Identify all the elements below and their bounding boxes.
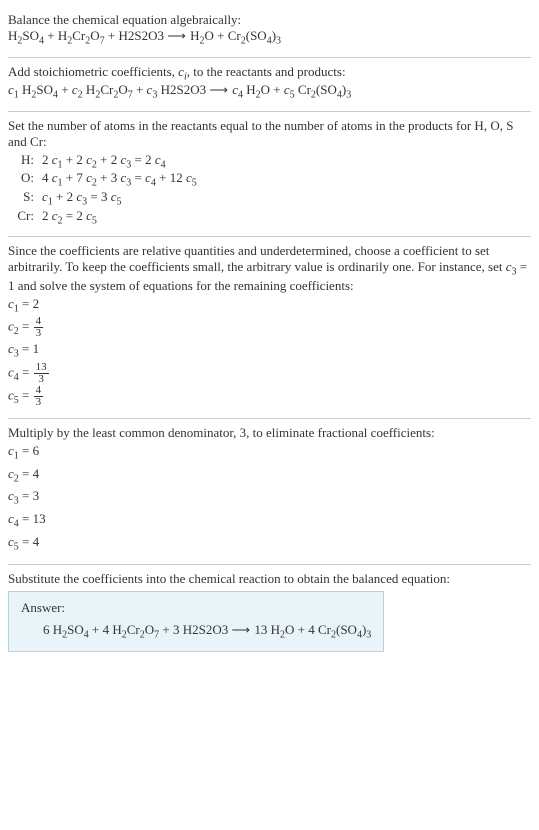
intro-text: Balance the chemical equation algebraica… <box>8 12 531 28</box>
c3-line: c3 = 1 <box>8 339 531 362</box>
section-add-coefficients: Add stoichiometric coefficients, ci, to … <box>8 58 531 111</box>
txt-b: , to the reactants and products: <box>187 64 346 79</box>
table-row: O: 4 c1 + 7 c2 + 3 c3 = c4 + 12 c5 <box>8 170 201 189</box>
section-multiply: Multiply by the least common denominator… <box>8 419 531 564</box>
c4-int: c4 = 13 <box>8 509 531 532</box>
txt-a: Add stoichiometric coefficients, <box>8 64 178 79</box>
c2-int: c2 = 4 <box>8 464 531 487</box>
section-answer: Substitute the coefficients into the che… <box>8 565 531 662</box>
answer-header: Answer: <box>21 600 371 616</box>
atoms-text: Set the number of atoms in the reactants… <box>8 118 531 150</box>
section-atom-equations: Set the number of atoms in the reactants… <box>8 112 531 236</box>
atom-label: S: <box>8 189 38 208</box>
add-coeff-text: Add stoichiometric coefficients, ci, to … <box>8 64 531 83</box>
substitute-text: Substitute the coefficients into the che… <box>8 571 531 587</box>
atom-label: Cr: <box>8 208 38 227</box>
section-balance-intro: Balance the chemical equation algebraica… <box>8 6 531 57</box>
c2-line: c2 = 43 <box>8 316 531 339</box>
coeff-equation: c1 H2SO4 + c2 H2Cr2O7 + c3 H2S2O3 ⟶ c4 H… <box>8 82 531 101</box>
answer-box: Answer: 6 H2SO4 + 4 H2Cr2O7 + 3 H2S2O3 ⟶… <box>8 591 384 652</box>
c1-int: c1 = 6 <box>8 441 531 464</box>
c3-int: c3 = 3 <box>8 486 531 509</box>
c4-line: c4 = 133 <box>8 362 531 385</box>
atom-label: H: <box>8 152 38 171</box>
balanced-equation: 6 H2SO4 + 4 H2Cr2O7 + 3 H2S2O3 ⟶ 13 H2O … <box>21 622 371 641</box>
atom-eq: 2 c1 + 2 c2 + 2 c3 = 2 c4 <box>38 152 201 171</box>
c5-int: c5 = 4 <box>8 532 531 555</box>
atoms-table: H: 2 c1 + 2 c2 + 2 c3 = 2 c4 O: 4 c1 + 7… <box>8 152 201 226</box>
atom-eq: 2 c2 = 2 c5 <box>38 208 201 227</box>
table-row: Cr: 2 c2 = 2 c5 <box>8 208 201 227</box>
unbalanced-equation: H2SO4 + H2Cr2O7 + H2S2O3 ⟶ H2O + Cr2(SO4… <box>8 28 531 47</box>
table-row: S: c1 + 2 c3 = 3 c5 <box>8 189 201 208</box>
atom-eq: c1 + 2 c3 = 3 c5 <box>38 189 201 208</box>
c1-line: c1 = 2 <box>8 294 531 317</box>
atom-label: O: <box>8 170 38 189</box>
c5-line: c5 = 43 <box>8 385 531 408</box>
multiply-text: Multiply by the least common denominator… <box>8 425 531 441</box>
atom-eq: 4 c1 + 7 c2 + 3 c3 = c4 + 12 c5 <box>38 170 201 189</box>
table-row: H: 2 c1 + 2 c2 + 2 c3 = 2 c4 <box>8 152 201 171</box>
solve-text: Since the coefficients are relative quan… <box>8 243 531 294</box>
section-solve: Since the coefficients are relative quan… <box>8 237 531 418</box>
